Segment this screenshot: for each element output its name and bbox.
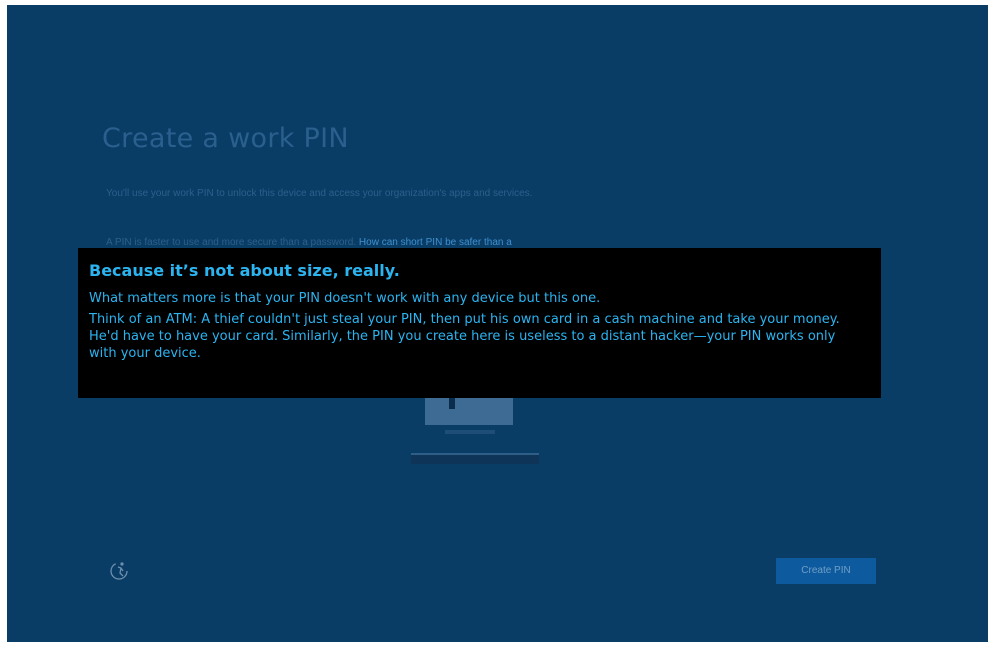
monitor-stand: [445, 430, 495, 434]
pin-info-tooltip: Because it’s not about size, really. Wha…: [78, 248, 881, 398]
pin-text: A PIN is faster to use and more secure t…: [106, 237, 357, 248]
ease-of-access-icon[interactable]: [107, 558, 131, 582]
tooltip-paragraph-2: Think of an ATM: A thief couldn't just s…: [89, 312, 840, 361]
keyboard-base: [411, 453, 539, 464]
setup-screen: Create a work PIN You'll use your work P…: [7, 5, 988, 642]
pin-safety-link[interactable]: How can short PIN be safer than a: [359, 237, 512, 248]
page-title: Create a work PIN: [102, 123, 349, 154]
device-illustration: [405, 395, 545, 475]
intro-text: You'll use your work PIN to unlock this …: [106, 188, 533, 199]
create-pin-button[interactable]: Create PIN: [776, 558, 876, 584]
tooltip-title: Because it’s not about size, really.: [89, 261, 400, 280]
tooltip-paragraph-1: What matters more is that your PIN doesn…: [89, 291, 601, 306]
monitor-shape: [425, 395, 513, 425]
